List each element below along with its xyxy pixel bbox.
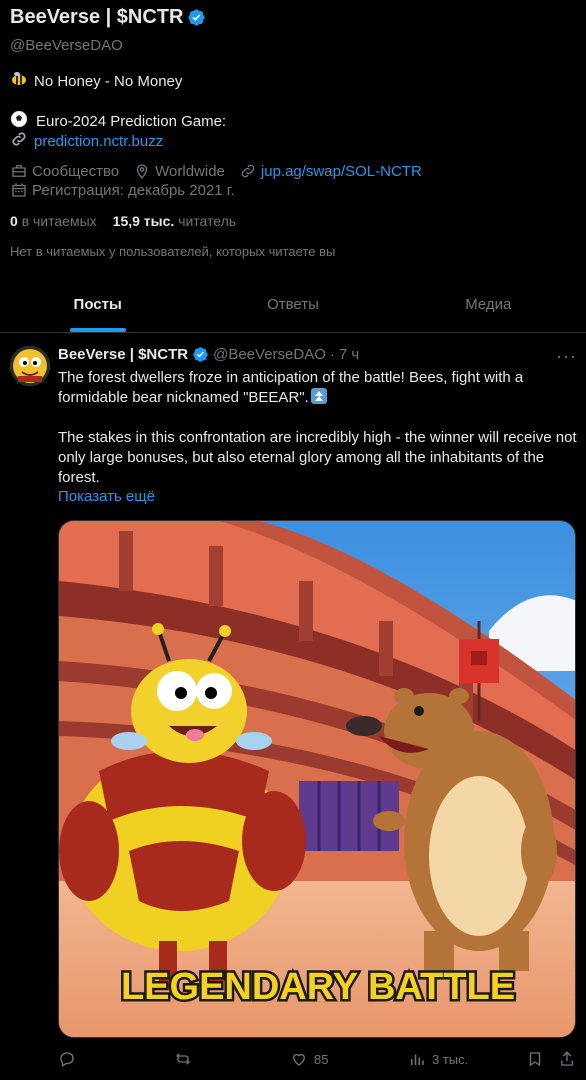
- following-count: 0: [10, 213, 18, 229]
- website-item[interactable]: jup.ag/swap/SOL-NCTR: [239, 162, 422, 180]
- up-arrow-emoji-icon: [310, 388, 327, 404]
- more-options-icon[interactable]: ···: [556, 346, 577, 367]
- followers-count: 15,9 тыс.: [112, 213, 175, 229]
- bio-link[interactable]: prediction.nctr.buzz: [34, 133, 163, 150]
- like-button[interactable]: 85: [290, 1050, 328, 1068]
- avatar[interactable]: [10, 346, 50, 386]
- tweet-paragraph: The stakes in this confrontation are inc…: [58, 429, 577, 486]
- website-link[interactable]: jup.ag/swap/SOL-NCTR: [261, 163, 422, 180]
- verified-badge-icon[interactable]: [192, 346, 209, 363]
- bookmark-button[interactable]: [526, 1050, 544, 1068]
- join-date: Регистрация: декабрь 2021 г.: [10, 181, 235, 199]
- tab-label: Ответы: [267, 295, 319, 313]
- bio-line: No Honey - No Money: [10, 70, 182, 92]
- tweet-header: BeeVerse | $NCTR @BeeVerseDAO · 7 ч: [58, 346, 359, 363]
- tweet-author-handle[interactable]: @BeeVerseDAO: [213, 346, 326, 363]
- image-caption: LEGENDARY BATTLE: [121, 966, 515, 1008]
- bio-line: prediction.nctr.buzz: [10, 130, 163, 152]
- bio-text-2: Euro-2024 Prediction Game:: [36, 112, 227, 130]
- profile-meta: Сообщество Worldwide jup.ag/swap/SOL-NCT…: [10, 162, 422, 180]
- followers-label: читатель: [178, 213, 237, 229]
- tweet-separator: ·: [329, 346, 335, 363]
- like-count: 85: [314, 1051, 329, 1067]
- soccer-ball-icon: [10, 110, 28, 132]
- location-item: Worldwide: [133, 162, 225, 180]
- profile-tabs: Посты Ответы Медиа: [0, 276, 586, 333]
- reply-button[interactable]: [58, 1050, 76, 1068]
- following-link[interactable]: 0 в читаемых: [10, 213, 97, 229]
- briefcase-icon: [10, 162, 28, 180]
- following-label: в читаемых: [21, 213, 97, 229]
- show-more-link[interactable]: Показать ещё: [58, 488, 155, 505]
- profile-name-row: BeeVerse | $NCTR: [10, 6, 206, 29]
- tab-label: Медиа: [465, 295, 512, 313]
- repost-icon: [174, 1050, 192, 1068]
- bio-line: Euro-2024 Prediction Game:: [10, 110, 226, 132]
- common-followers-note: Нет в читаемых у пользователей, которых …: [10, 244, 336, 259]
- tweet-text: The forest dwellers froze in anticipatio…: [58, 368, 578, 488]
- follow-counts: 0 в читаемых 15,9 тыс. читатель: [10, 213, 236, 229]
- bio-text-1: No Honey - No Money: [34, 72, 183, 90]
- tweet-paragraph: The forest dwellers froze in anticipatio…: [58, 369, 524, 406]
- tweet-image[interactable]: LEGENDARY BATTLE: [58, 520, 576, 1038]
- repost-button[interactable]: [174, 1050, 192, 1068]
- tab-posts[interactable]: Посты: [0, 276, 195, 332]
- reply-icon: [58, 1050, 76, 1068]
- followers-link[interactable]: 15,9 тыс. читатель: [113, 213, 236, 229]
- link-emoji-icon: [10, 130, 28, 152]
- tab-label: Посты: [73, 295, 122, 313]
- category-item: Сообщество: [10, 162, 119, 180]
- bookmark-icon: [526, 1050, 544, 1068]
- views-button[interactable]: 3 тыс.: [408, 1050, 468, 1068]
- heart-icon: [290, 1050, 308, 1068]
- tweet-actions: 85 3 тыс.: [58, 1046, 576, 1072]
- tweet-time[interactable]: 7 ч: [339, 346, 359, 363]
- category-label: Сообщество: [32, 162, 120, 180]
- link-icon: [239, 162, 257, 180]
- tweet-author-name[interactable]: BeeVerse | $NCTR: [58, 346, 188, 363]
- tab-media[interactable]: Медиа: [391, 276, 586, 332]
- location-pin-icon: [133, 162, 151, 180]
- verified-badge-icon[interactable]: [187, 8, 206, 27]
- location-label: Worldwide: [155, 162, 225, 180]
- join-date-label: Регистрация: декабрь 2021 г.: [32, 181, 235, 199]
- profile-name: BeeVerse | $NCTR: [10, 6, 184, 28]
- share-icon: [558, 1050, 576, 1068]
- tab-replies[interactable]: Ответы: [195, 276, 390, 332]
- share-button[interactable]: [558, 1050, 576, 1068]
- bee-emoji-icon: [10, 70, 28, 92]
- views-count: 3 тыс.: [432, 1051, 469, 1067]
- calendar-icon: [10, 181, 28, 199]
- profile-handle: @BeeVerseDAO: [10, 37, 123, 54]
- active-tab-indicator: [69, 328, 126, 332]
- views-chart-icon: [408, 1050, 426, 1068]
